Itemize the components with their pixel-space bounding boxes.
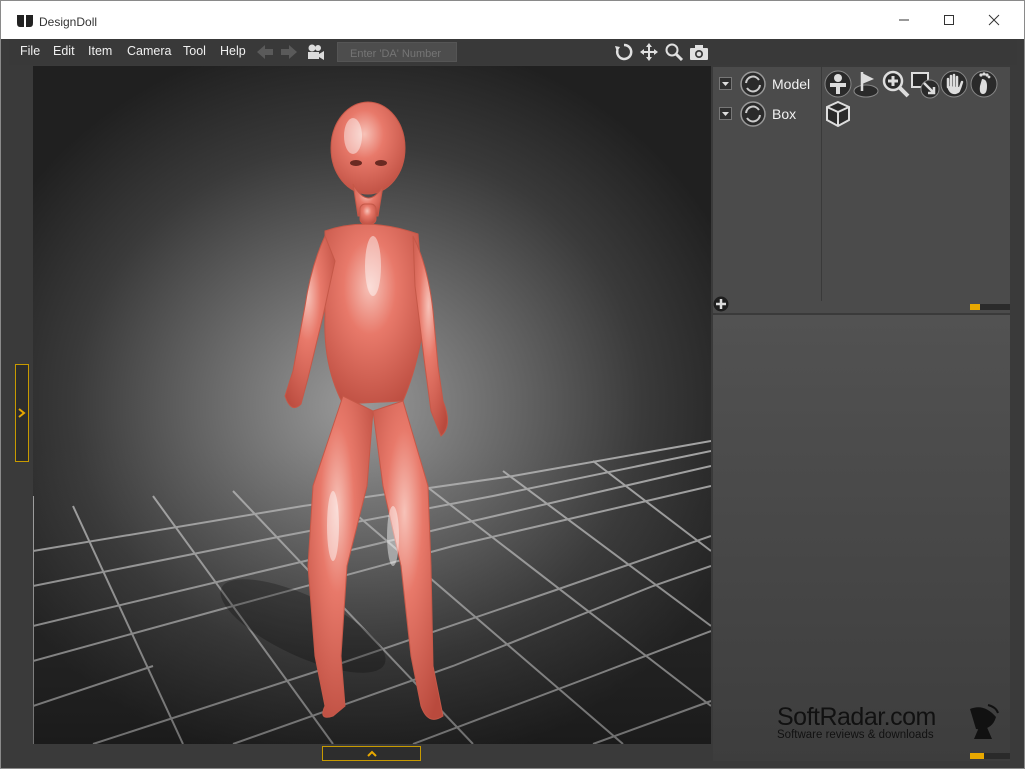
pose-icon[interactable] bbox=[823, 69, 853, 99]
menu-item[interactable]: Item bbox=[88, 44, 112, 58]
menu-help[interactable]: Help bbox=[220, 44, 246, 58]
hand-icon[interactable] bbox=[939, 69, 969, 99]
minimize-icon bbox=[899, 19, 909, 21]
scale-icon[interactable] bbox=[910, 69, 940, 99]
zoom-plus-icon[interactable] bbox=[881, 69, 911, 99]
left-panel-toggle[interactable] bbox=[15, 364, 29, 462]
progress-fill bbox=[970, 753, 984, 759]
menu-tool[interactable]: Tool bbox=[183, 44, 206, 58]
add-icon[interactable] bbox=[713, 296, 729, 312]
panel-divider bbox=[821, 67, 822, 301]
progress-indicator bbox=[970, 753, 1010, 759]
menu-edit[interactable]: Edit bbox=[53, 44, 75, 58]
back-arrow-icon[interactable] bbox=[255, 42, 275, 62]
app-window: DesignDoll File Edit Item Camera Tool He… bbox=[0, 0, 1025, 769]
flag-icon[interactable] bbox=[852, 69, 882, 99]
properties-panel bbox=[713, 315, 1010, 761]
expand-toggle[interactable] bbox=[719, 107, 732, 120]
chevron-up-icon bbox=[367, 750, 377, 757]
title-bar: DesignDoll bbox=[1, 1, 1024, 39]
scene-canvas bbox=[33, 101, 711, 744]
3d-viewport[interactable] bbox=[33, 66, 711, 744]
app-logo-icon bbox=[17, 15, 33, 27]
scene-item-label: Model bbox=[772, 76, 811, 92]
watermark-title: SoftRadar.com bbox=[777, 703, 936, 731]
scene-item-label: Box bbox=[772, 106, 797, 122]
menu-bar: File Edit Item Camera Tool Help bbox=[9, 39, 1017, 65]
menu-file[interactable]: File bbox=[20, 44, 40, 58]
zoom-icon[interactable] bbox=[664, 42, 684, 62]
bottom-panel-toggle[interactable] bbox=[322, 746, 421, 761]
maximize-icon bbox=[944, 15, 954, 25]
box-item-icon bbox=[740, 101, 766, 127]
da-number-input[interactable] bbox=[337, 42, 457, 62]
camera-icon[interactable] bbox=[305, 42, 325, 62]
chevron-down-icon bbox=[722, 82, 729, 86]
scene-panel: Model Box bbox=[713, 67, 1010, 313]
close-button[interactable] bbox=[971, 7, 1017, 33]
snapshot-icon[interactable] bbox=[689, 42, 709, 62]
scene-item-model[interactable]: Model bbox=[717, 71, 821, 97]
radar-dish-icon bbox=[970, 704, 999, 739]
window-title: DesignDoll bbox=[39, 15, 98, 29]
expand-toggle[interactable] bbox=[719, 77, 732, 90]
rotate-icon[interactable] bbox=[614, 42, 634, 62]
scene-item-box[interactable]: Box bbox=[717, 101, 821, 127]
forward-arrow-icon[interactable] bbox=[279, 42, 299, 62]
model-icon bbox=[740, 71, 766, 97]
close-icon bbox=[988, 14, 1000, 26]
cube-icon[interactable] bbox=[823, 99, 853, 129]
watermark-subtitle: Software reviews & downloads bbox=[777, 729, 934, 741]
foot-icon[interactable] bbox=[969, 69, 999, 99]
chevron-right-icon bbox=[18, 408, 26, 418]
minimize-button[interactable] bbox=[881, 7, 927, 33]
move-icon[interactable] bbox=[639, 42, 659, 62]
progress-fill bbox=[970, 304, 980, 310]
chevron-down-icon bbox=[722, 112, 729, 116]
watermark: SoftRadar.com Software reviews & downloa… bbox=[777, 703, 936, 741]
maximize-button[interactable] bbox=[926, 7, 972, 33]
menu-camera[interactable]: Camera bbox=[127, 44, 171, 58]
progress-indicator bbox=[970, 304, 1010, 310]
